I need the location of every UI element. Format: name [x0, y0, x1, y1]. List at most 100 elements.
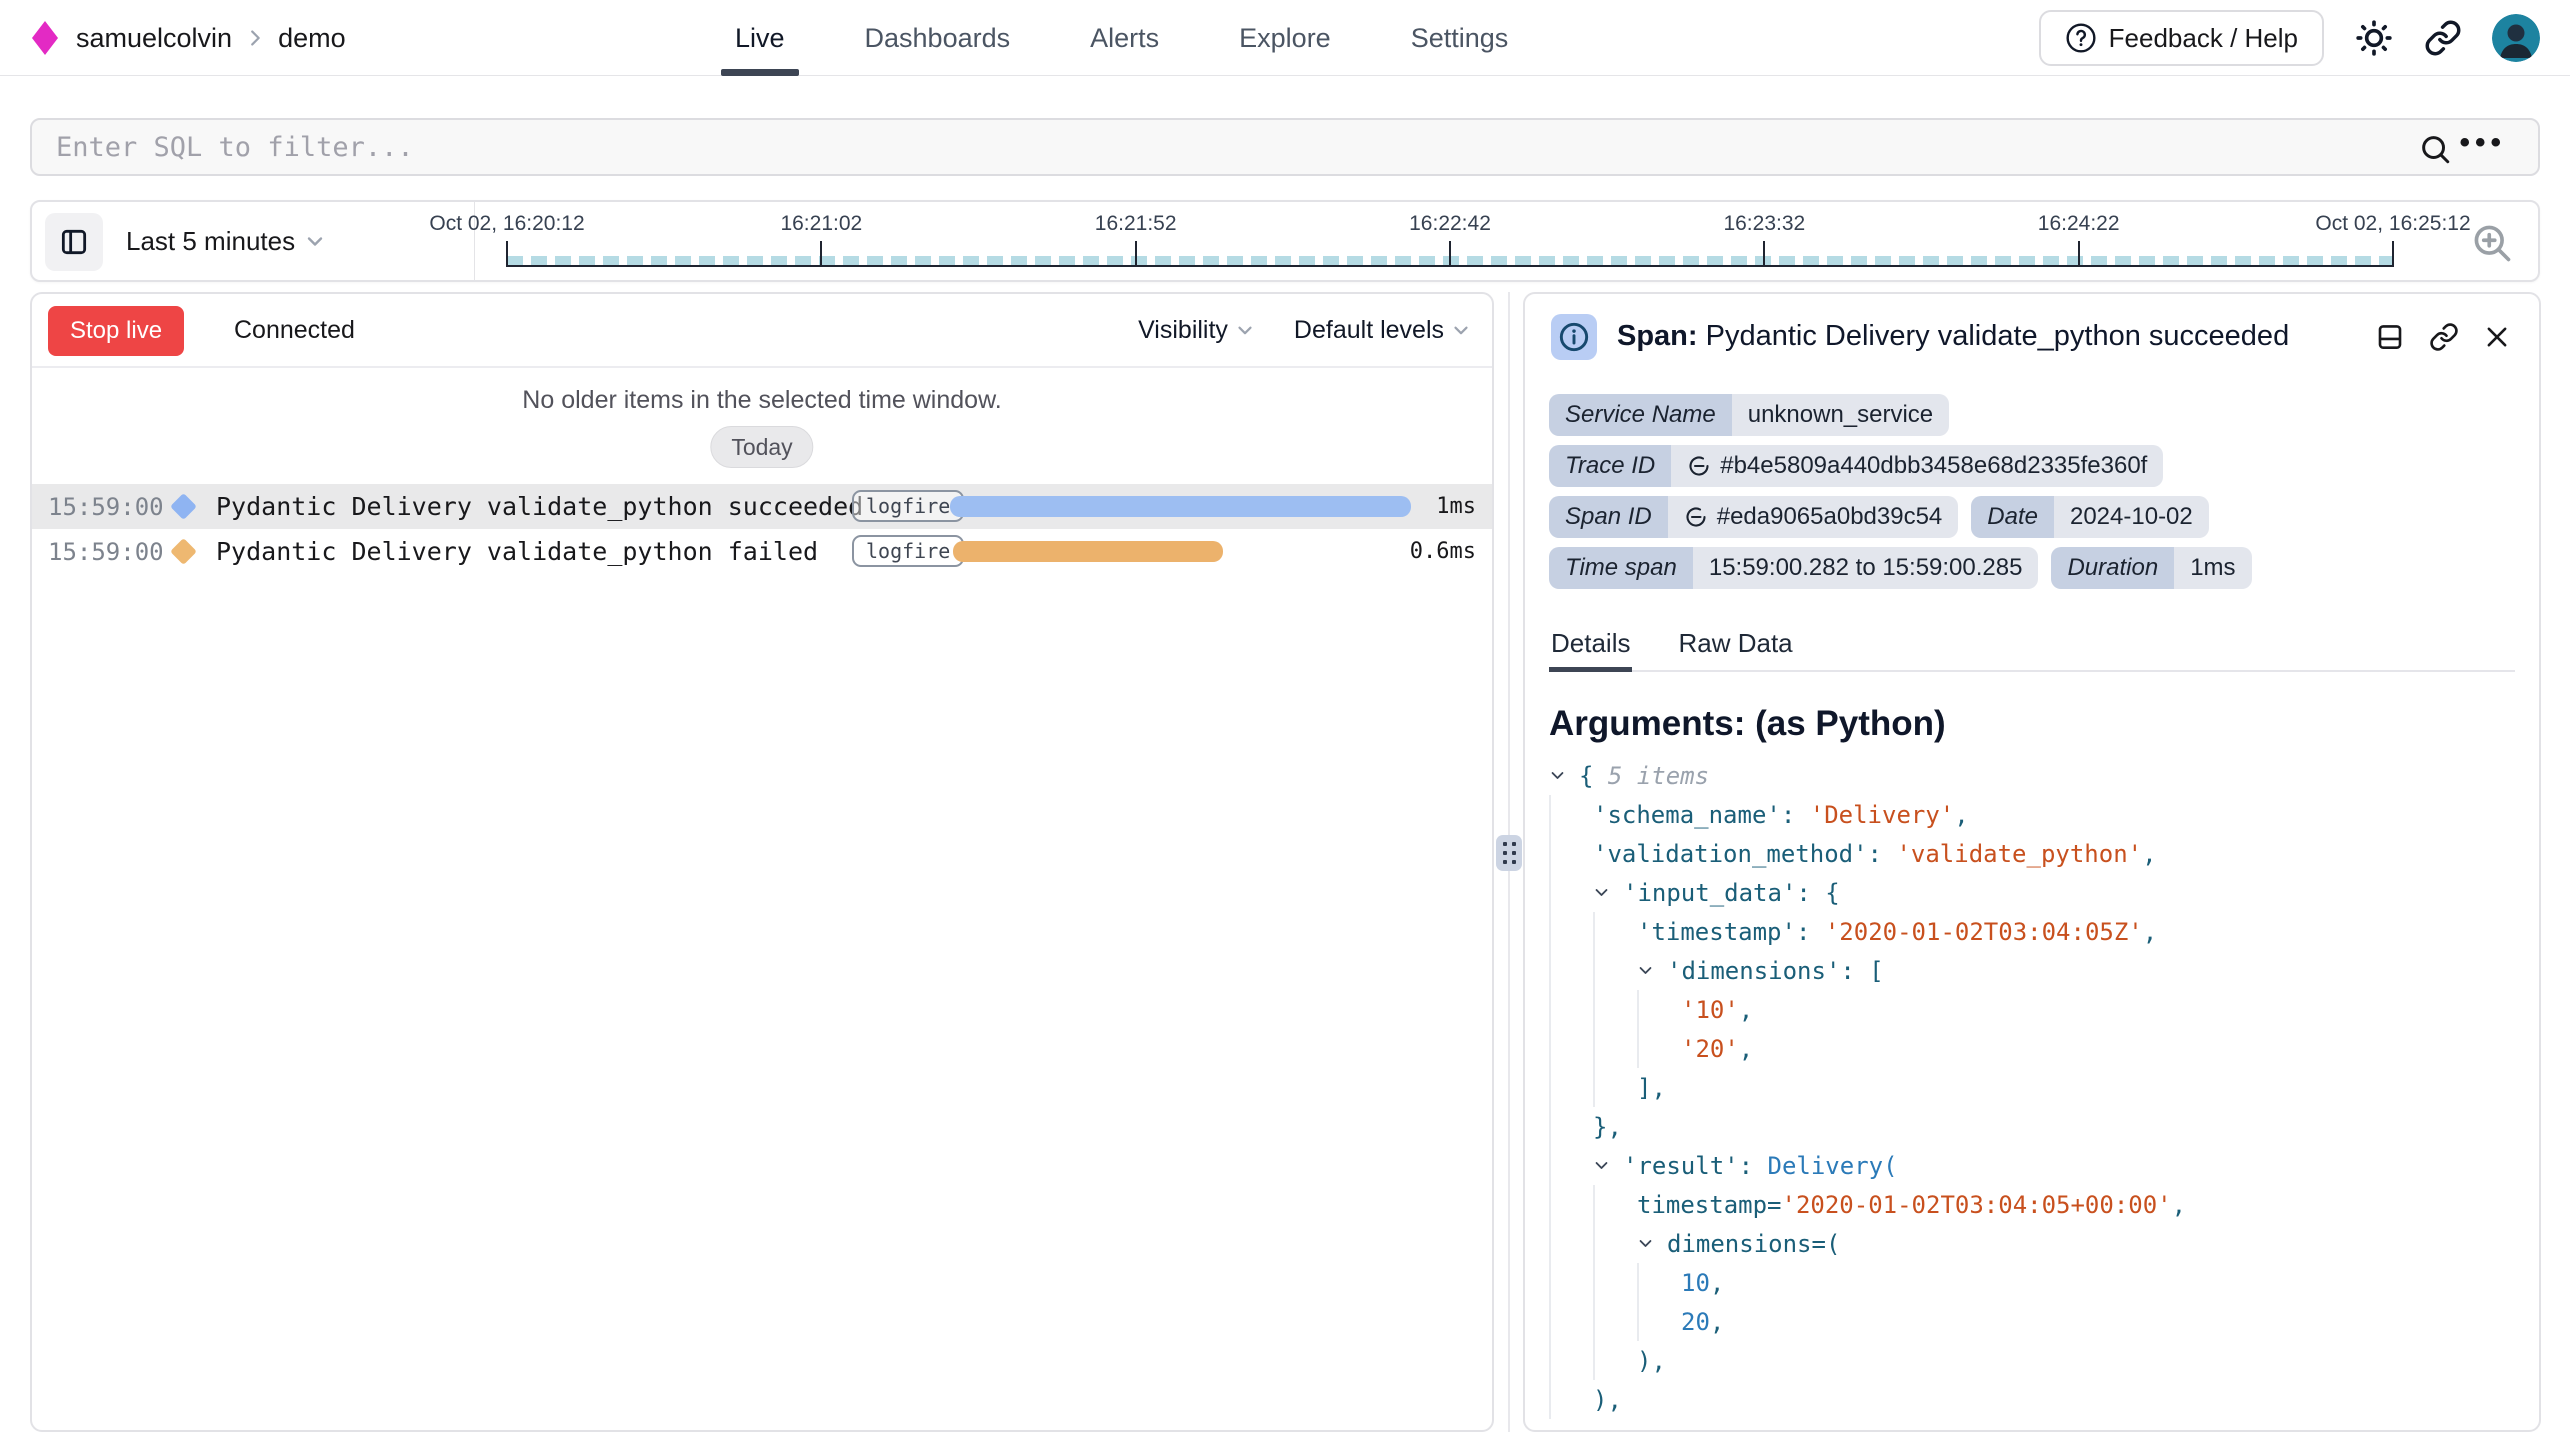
- indent-guide: [1637, 990, 1681, 1029]
- badge-value: 2024-10-02: [2054, 496, 2209, 538]
- timeline-tick-label: 16:21:02: [780, 212, 862, 236]
- badge-value: 1ms: [2174, 547, 2251, 589]
- indent-guide: [1593, 990, 1637, 1029]
- badge-row: Service Nameunknown_service: [1549, 394, 2252, 436]
- indent-guide: [1549, 951, 1593, 990]
- attribute-badge: Trace ID#b4e5809a440dbb3458e68d2335fe360…: [1549, 445, 2163, 487]
- log-row-message: Pydantic Delivery validate_python succee…: [216, 484, 863, 529]
- code-token: : {: [1796, 879, 1839, 907]
- expand-chevron-icon[interactable]: [1637, 962, 1667, 979]
- expand-chevron-icon[interactable]: [1549, 767, 1579, 784]
- tab-explore[interactable]: Explore: [1239, 0, 1331, 76]
- indent-guide: [1549, 1185, 1593, 1224]
- log-row-message: Pydantic Delivery validate_python failed: [216, 529, 818, 574]
- indent-guide: [1549, 1341, 1593, 1380]
- zoom-in-icon[interactable]: [2470, 221, 2514, 265]
- stop-live-button[interactable]: Stop live: [48, 306, 184, 356]
- detail-tab-details[interactable]: Details: [1549, 626, 1632, 672]
- span-duration-bar[interactable]: [950, 496, 1411, 517]
- detail-tab-raw-data[interactable]: Raw Data: [1676, 626, 1794, 670]
- expand-chevron-icon[interactable]: [1593, 1157, 1623, 1174]
- code-line: 'result': Delivery(: [1549, 1146, 2531, 1185]
- link-icon[interactable]: [1687, 454, 1711, 478]
- timeline-tick-label: Oct 02, 16:25:12: [2315, 212, 2470, 236]
- expand-chevron-icon[interactable]: [1637, 1235, 1667, 1252]
- scope-tag[interactable]: logfire: [852, 490, 964, 522]
- span-title: Span: Pydantic Delivery validate_python …: [1617, 320, 2289, 353]
- timeline[interactable]: Oct 02, 16:20:1216:21:0216:21:5216:22:42…: [507, 202, 2393, 280]
- code-token: '2020-01-02T03:04:05Z': [1825, 918, 2143, 946]
- span-duration-bar[interactable]: [953, 541, 1223, 562]
- timeline-tick: [1449, 241, 1451, 267]
- timeline-tick-label: 16:21:52: [1095, 212, 1177, 236]
- badge-row: Trace ID#b4e5809a440dbb3458e68d2335fe360…: [1549, 445, 2252, 487]
- indent-guide: [1593, 1263, 1637, 1302]
- indent-guide: [1549, 1263, 1593, 1302]
- span-title-text: Pydantic Delivery validate_python succee…: [1706, 320, 2290, 352]
- log-row[interactable]: 15:59:00Pydantic Delivery validate_pytho…: [32, 484, 1492, 529]
- code-line: '20',: [1549, 1029, 2531, 1068]
- visibility-dropdown[interactable]: Visibility: [1138, 316, 1256, 345]
- avatar-image: [2492, 14, 2540, 62]
- indent-guide: [1549, 1380, 1593, 1419]
- link-icon[interactable]: [1684, 505, 1708, 529]
- code-token: 'schema_name': [1593, 801, 1781, 829]
- dock-panel-icon[interactable]: [2375, 322, 2405, 352]
- breadcrumb-project[interactable]: demo: [278, 23, 346, 54]
- live-panel-header: Stop live Connected Visibility Default l…: [32, 294, 1492, 368]
- default-levels-dropdown[interactable]: Default levels: [1294, 316, 1472, 345]
- code-token: ),: [1593, 1386, 1622, 1414]
- badge-label: Time span: [1549, 547, 1693, 589]
- code-line: { 5 items: [1549, 756, 2531, 795]
- badge-label: Service Name: [1549, 394, 1732, 436]
- search-icon[interactable]: [2418, 132, 2452, 166]
- attribute-badge: Span ID#eda9065a0bd39c54: [1549, 496, 1958, 538]
- log-row[interactable]: 15:59:00Pydantic Delivery validate_pytho…: [32, 529, 1492, 574]
- attribute-badge: Time span15:59:00.282 to 15:59:00.285: [1549, 547, 2038, 589]
- breadcrumb: samuelcolvin demo: [76, 0, 346, 76]
- attribute-badge: Service Nameunknown_service: [1549, 394, 1949, 436]
- code-token: 'dimensions': [1667, 957, 1840, 985]
- more-options-icon[interactable]: •••: [2459, 126, 2506, 160]
- timeline-tick: [1135, 241, 1137, 267]
- code-line: ),: [1549, 1380, 2531, 1419]
- timeline-tick: [1763, 241, 1765, 267]
- code-line: ],: [1549, 1068, 2531, 1107]
- tab-live[interactable]: Live: [735, 0, 785, 76]
- panel-resize-handle[interactable]: [1496, 835, 1522, 871]
- sidebar-toggle-button[interactable]: [45, 213, 103, 271]
- code-token: :: [1796, 918, 1825, 946]
- arguments-code-tree: { 5 items'schema_name': 'Delivery','vali…: [1549, 756, 2531, 1419]
- tab-settings[interactable]: Settings: [1411, 0, 1509, 76]
- code-token: :: [1781, 801, 1810, 829]
- time-range-select[interactable]: Last 5 minutes: [126, 202, 327, 280]
- share-link-icon[interactable]: [2424, 19, 2462, 57]
- badge-value-text: 2024-10-02: [2070, 503, 2193, 531]
- code-token: 10: [1681, 1269, 1710, 1297]
- expand-chevron-icon[interactable]: [1593, 884, 1623, 901]
- feedback-help-button[interactable]: Feedback / Help: [2039, 10, 2324, 66]
- breadcrumb-org[interactable]: samuelcolvin: [76, 23, 232, 54]
- span-detail-header: Span: Pydantic Delivery validate_python …: [1525, 294, 2539, 390]
- code-token: timestamp=: [1637, 1191, 1782, 1219]
- close-icon[interactable]: [2483, 323, 2511, 351]
- indent-guide: [1549, 1029, 1593, 1068]
- tab-dashboards[interactable]: Dashboards: [865, 0, 1011, 76]
- sql-filter-input[interactable]: Enter SQL to filter...: [56, 120, 414, 174]
- indent-guide: [1549, 873, 1593, 912]
- level-diamond-icon: [170, 493, 197, 520]
- theme-toggle-sun-icon[interactable]: [2354, 18, 2394, 58]
- code-token: :: [1739, 1152, 1768, 1180]
- visibility-label: Visibility: [1138, 316, 1228, 345]
- copy-link-icon[interactable]: [2429, 322, 2459, 352]
- badge-value-text: 1ms: [2190, 554, 2235, 582]
- tab-alerts[interactable]: Alerts: [1090, 0, 1159, 76]
- logfire-logo-icon[interactable]: [32, 21, 58, 55]
- code-token: :: [1868, 840, 1897, 868]
- code-token: 20: [1681, 1308, 1710, 1336]
- indent-guide: [1593, 951, 1637, 990]
- scope-tag[interactable]: logfire: [852, 535, 964, 567]
- indent-guide: [1549, 1302, 1593, 1341]
- user-avatar[interactable]: [2492, 14, 2540, 62]
- code-token: : [: [1840, 957, 1883, 985]
